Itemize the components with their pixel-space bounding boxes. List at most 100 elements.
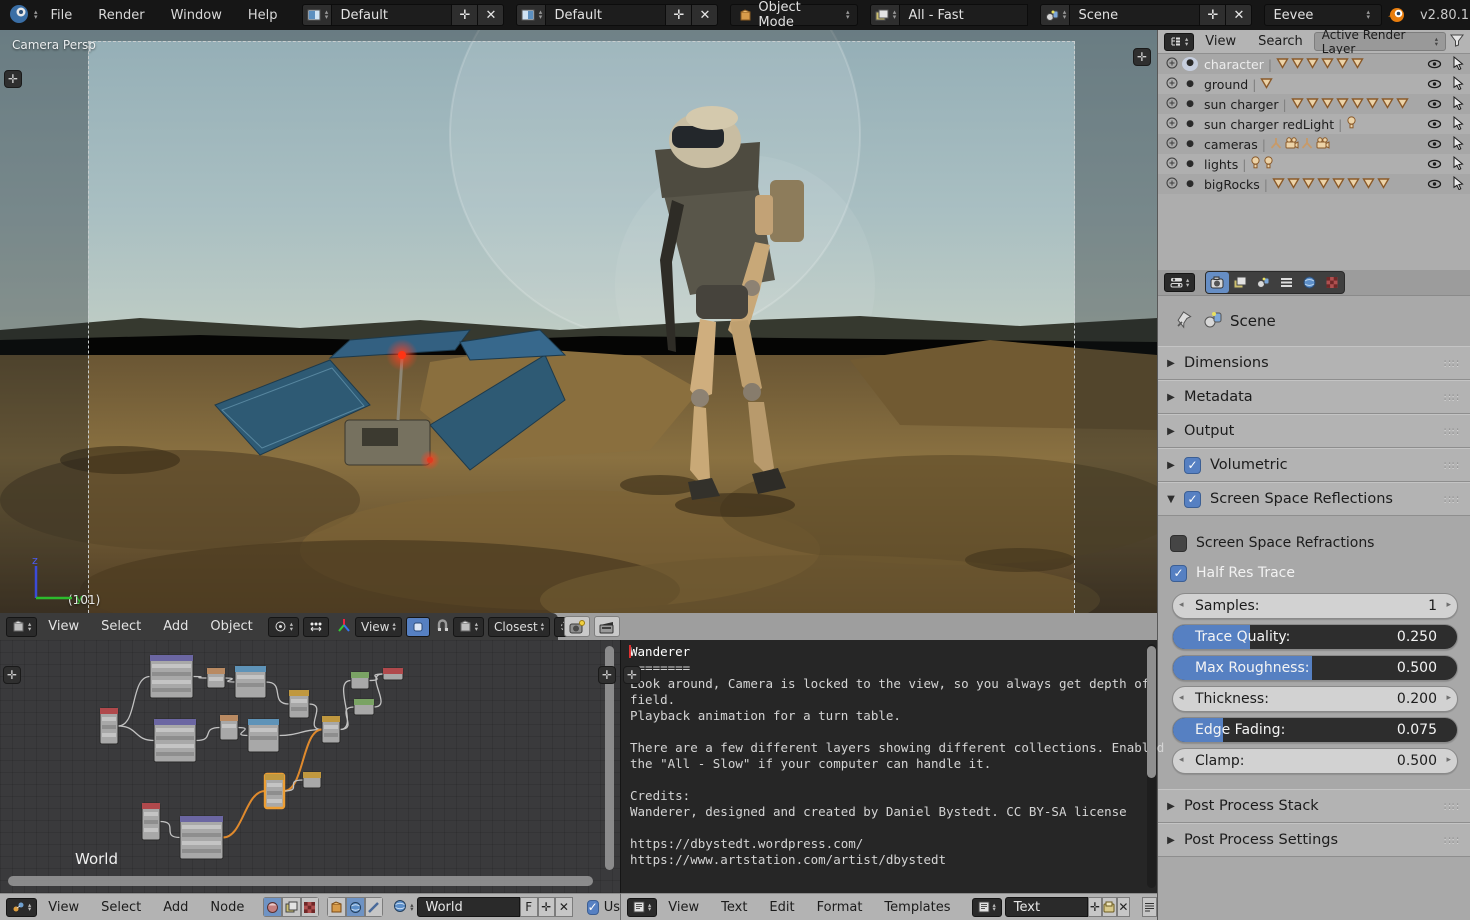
checkbox[interactable]: ✓: [1170, 565, 1187, 582]
shader-node-13[interactable]: [303, 772, 321, 788]
editor-type-button[interactable]: ▴▾: [627, 898, 657, 917]
snap-toggle-button[interactable]: [406, 617, 430, 637]
toolbar-expand-tab[interactable]: ✛: [3, 666, 21, 684]
selectable-cursor-icon[interactable]: [1452, 56, 1464, 73]
hide-eye-icon[interactable]: [1427, 77, 1442, 92]
checkbox[interactable]: [1170, 535, 1187, 552]
outliner-row-lights[interactable]: ●lights|: [1158, 154, 1470, 174]
vertical-scrollbar[interactable]: [1147, 646, 1156, 778]
text-datablock-icon-button[interactable]: ▴▾: [972, 898, 1002, 917]
shader-node-7[interactable]: [100, 708, 118, 744]
image-shader-icon[interactable]: [282, 897, 301, 917]
expand-icon[interactable]: [1166, 137, 1178, 152]
pivot-point-dropdown[interactable]: ▴▾: [268, 617, 299, 637]
menu-window[interactable]: Window: [171, 8, 222, 23]
object-name[interactable]: sun charger: [1204, 97, 1278, 112]
object-name[interactable]: ground: [1204, 77, 1248, 92]
shader-node-5[interactable]: [383, 668, 403, 680]
selectable-cursor-icon[interactable]: [1452, 96, 1464, 113]
editor-type-button[interactable]: ▴▾: [1164, 273, 1195, 292]
shader-node-0[interactable]: [150, 655, 193, 698]
menu-help[interactable]: Help: [248, 8, 278, 23]
blender-app-icon[interactable]: [8, 3, 30, 28]
world-datablock-field[interactable]: World: [417, 897, 520, 917]
shader-node-2[interactable]: [235, 666, 266, 698]
outliner-menu-view[interactable]: View: [1205, 34, 1236, 49]
viewport-menu-view[interactable]: View: [48, 619, 79, 634]
object-name[interactable]: sun charger redLight: [1204, 117, 1334, 132]
panel-grip-icon[interactable]: ∷∷: [1444, 425, 1460, 438]
add-workspace-button[interactable]: ✛: [666, 4, 692, 26]
slider-thickness[interactable]: ◂▸Thickness:0.200: [1172, 686, 1458, 712]
hide-eye-icon[interactable]: [1427, 157, 1442, 172]
shader-node-11[interactable]: [322, 716, 340, 743]
object-name[interactable]: cameras: [1204, 137, 1258, 152]
new-datablock-button[interactable]: ✛: [538, 897, 556, 917]
tab-output[interactable]: [1229, 272, 1252, 293]
panel-header-screen-space-reflections[interactable]: ▼✓Screen Space Reflections∷∷: [1158, 482, 1470, 516]
text-datablock-field[interactable]: Text: [1005, 897, 1089, 917]
selectable-cursor-icon[interactable]: [1452, 116, 1464, 133]
scene-field[interactable]: Scene: [1070, 4, 1200, 26]
hide-eye-icon[interactable]: [1427, 97, 1442, 112]
editor-type-button[interactable]: ▴▾: [1164, 33, 1194, 51]
snap-target-dropdown[interactable]: Closest▴▾: [488, 617, 550, 637]
viewport-menu-select[interactable]: Select: [101, 619, 141, 634]
magnet-icon[interactable]: [436, 619, 449, 635]
object-name[interactable]: bigRocks: [1204, 177, 1260, 192]
add-workspace-button[interactable]: ✛: [452, 4, 478, 26]
expand-icon[interactable]: [1166, 97, 1178, 112]
hide-eye-icon[interactable]: [1427, 177, 1442, 192]
panel-header-output[interactable]: ▶Output∷∷: [1158, 414, 1470, 448]
viewport-menu-object[interactable]: Object: [210, 619, 252, 634]
outliner-row-bigRocks[interactable]: ●bigRocks|: [1158, 174, 1470, 194]
outliner-row-character[interactable]: ●character|: [1158, 54, 1470, 74]
render-animation-button[interactable]: [594, 616, 620, 637]
text-menu-text[interactable]: Text: [721, 900, 747, 915]
decrement-arrow-icon[interactable]: ◂: [1179, 755, 1184, 765]
shader-node-8[interactable]: [154, 719, 196, 762]
object-name[interactable]: lights: [1204, 157, 1238, 172]
hide-eye-icon[interactable]: [1427, 57, 1442, 72]
node-menu-view[interactable]: View: [48, 900, 79, 915]
panel-header-volumetric[interactable]: ▶✓Volumetric∷∷: [1158, 448, 1470, 482]
slider-trace-quality[interactable]: Trace Quality:0.250: [1172, 624, 1458, 650]
panel-grip-icon[interactable]: ∷∷: [1444, 459, 1460, 472]
object-mode-dropdown[interactable]: Object Mode▴▾: [730, 4, 858, 26]
increment-arrow-icon[interactable]: ▸: [1446, 693, 1451, 703]
render-image-button[interactable]: [564, 616, 590, 637]
add-scene-button[interactable]: ✛: [1200, 4, 1226, 26]
tab-render[interactable]: [1206, 272, 1229, 293]
workspace-field[interactable]: Default: [332, 4, 452, 26]
shader-node-14[interactable]: [142, 803, 160, 840]
texture-shader-icon[interactable]: [301, 897, 320, 917]
increment-arrow-icon[interactable]: ▸: [1446, 755, 1451, 765]
view-layer-field[interactable]: All - Fast: [900, 4, 1028, 26]
snap-with-icon[interactable]: ▴▾: [453, 617, 484, 637]
selectable-cursor-icon[interactable]: [1452, 76, 1464, 93]
selectable-cursor-icon[interactable]: [1452, 156, 1464, 173]
unlink-text-button[interactable]: ✕: [1117, 897, 1130, 917]
shader-node-15[interactable]: [180, 816, 223, 859]
outliner-row-ground[interactable]: ●ground|: [1158, 74, 1470, 94]
shader-node-4[interactable]: [351, 672, 369, 689]
toolbar-expand-tab[interactable]: ✛: [4, 70, 22, 88]
panel-checkbox[interactable]: ✓: [1184, 457, 1201, 474]
open-text-button[interactable]: [1102, 897, 1117, 917]
viewport-3d[interactable]: Camera Persp (101) z y ✛ ✛: [0, 30, 1157, 613]
hide-eye-icon[interactable]: [1427, 137, 1442, 152]
delete-scene-button[interactable]: ✕: [1226, 4, 1252, 26]
sidebar-expand-tab[interactable]: ✛: [1133, 48, 1151, 66]
delete-workspace-button[interactable]: ✕: [478, 4, 504, 26]
text-menu-format[interactable]: Format: [817, 900, 863, 915]
expand-icon[interactable]: [1166, 117, 1178, 132]
shader-node-6[interactable]: [354, 699, 374, 715]
shader-node-3[interactable]: [289, 690, 309, 718]
slider-samples[interactable]: ◂▸Samples:1: [1172, 593, 1458, 619]
object-context-icon[interactable]: [327, 897, 346, 917]
display-mode-dropdown[interactable]: Active Render Layer▴▾: [1314, 32, 1446, 51]
menu-file[interactable]: File: [51, 8, 73, 23]
panel-grip-icon[interactable]: ∷∷: [1444, 357, 1460, 370]
viewport-menu-add[interactable]: Add: [163, 619, 188, 634]
panel-header-dimensions[interactable]: ▶Dimensions∷∷: [1158, 346, 1470, 380]
